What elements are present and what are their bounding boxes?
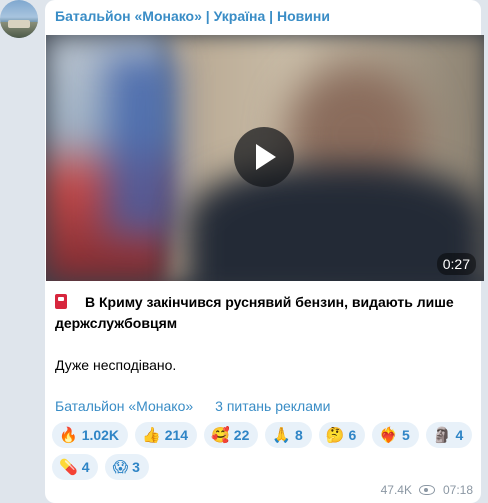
channel-avatar[interactable] <box>0 0 38 38</box>
reaction-pill[interactable]: 💊 4 <box>52 454 99 480</box>
pray-icon: 🙏 <box>272 426 292 444</box>
reaction-scream[interactable]: 😱 3 <box>105 454 149 480</box>
reaction-count: 5 <box>402 427 410 443</box>
thinking-icon: 🤔 <box>325 426 345 444</box>
message-bubble: Батальйон «Монако» | Україна | Новини 0:… <box>45 0 484 503</box>
channel-name[interactable]: Батальйон «Монако» | Україна | Новини <box>55 8 330 24</box>
post-headline: В Криму закінчився руснявий бензин, вида… <box>55 292 465 334</box>
reaction-count: 8 <box>295 427 303 443</box>
scream-icon: 😱 <box>112 458 129 476</box>
reaction-count: 22 <box>233 427 250 443</box>
smiling-hearts-icon: 🥰 <box>211 426 230 444</box>
reaction-fire[interactable]: 🔥 1.02K <box>52 422 129 448</box>
pill-icon: 💊 <box>59 458 78 476</box>
reaction-count: 3 <box>132 459 140 475</box>
fire-icon: 🔥 <box>59 426 78 444</box>
post-note: Дуже несподівано. <box>55 357 177 373</box>
eye-icon <box>418 485 435 495</box>
message-meta: 47.4K 07:18 <box>381 483 473 497</box>
message-text: В Криму закінчився руснявий бензин, вида… <box>55 292 465 376</box>
reaction-count: 4 <box>455 427 464 443</box>
reaction-thinking[interactable]: 🤔 6 <box>318 422 366 448</box>
heart-fire-icon: ❤️‍🔥 <box>379 426 399 444</box>
reaction-smiling-hearts[interactable]: 🥰 22 <box>204 422 259 448</box>
ads-link[interactable]: 3 питань реклами <box>215 398 330 414</box>
video-duration: 0:27 <box>436 253 476 275</box>
reaction-moai[interactable]: 🗿 4 <box>425 422 473 448</box>
avatar-building <box>8 20 30 28</box>
reaction-pray[interactable]: 🙏 8 <box>265 422 312 448</box>
message-time: 07:18 <box>442 483 473 497</box>
reactions-bar: 🔥 1.02K 👍 214 🥰 22 🙏 8 🤔 6 ❤️‍🔥 5 🗿 4 💊 4 😱 3 <box>52 422 473 486</box>
reaction-count: 6 <box>348 427 357 443</box>
video-preview[interactable]: 0:27 <box>46 35 484 281</box>
reaction-count: 1.02K <box>81 427 120 443</box>
view-count: 47.4K <box>380 483 412 497</box>
reaction-heart-fire[interactable]: ❤️‍🔥 5 <box>372 422 419 448</box>
reaction-count: 4 <box>81 459 90 475</box>
moai-icon: 🗿 <box>432 426 452 444</box>
play-icon <box>256 144 276 170</box>
reaction-thumbs-up[interactable]: 👍 214 <box>135 422 198 448</box>
reaction-count: 214 <box>164 427 189 443</box>
fuel-pump-icon <box>55 294 67 309</box>
headline-text: В Криму закінчився руснявий бензин, вида… <box>55 294 454 331</box>
channel-link[interactable]: Батальйон «Монако» <box>55 398 193 414</box>
play-button[interactable] <box>234 127 294 187</box>
thumbs-up-icon: 👍 <box>142 426 161 444</box>
message-links: Батальйон «Монако» 3 питань реклами <box>55 398 330 414</box>
